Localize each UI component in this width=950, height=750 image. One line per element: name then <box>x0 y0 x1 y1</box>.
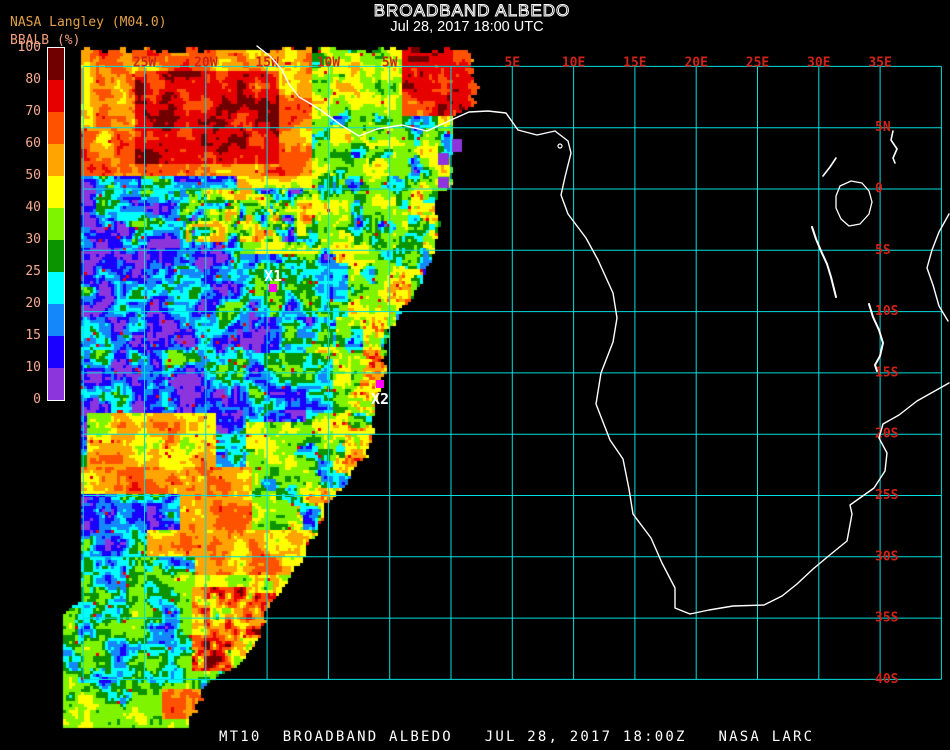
colorbar-tick: 100 <box>17 40 41 55</box>
colorbar <box>47 47 65 401</box>
site-marker-label-x2: X2 <box>371 390 389 408</box>
colorbar-tick: 25 <box>25 264 41 279</box>
lake-turkana-outline <box>890 130 898 164</box>
longitude-label: 35E <box>868 56 891 71</box>
longitude-label: 20E <box>684 56 707 71</box>
bioko-island-outline <box>557 143 563 149</box>
longitude-label: 5W <box>382 56 398 71</box>
latitude-label: 30S <box>875 549 899 564</box>
longitude-label: 30E <box>807 56 830 71</box>
colorbar-tick: 50 <box>25 168 41 183</box>
albedo-viewer: 25W 20W 15W 10W 5W 5E 10E 15E 20E 25E 30E 35E 5N 0 5S 1… <box>0 0 950 750</box>
coastline-east-africa <box>926 213 950 322</box>
longitude-label: 25W <box>133 56 157 71</box>
latitude-label: 5S <box>875 243 891 258</box>
colorbar-segment <box>48 304 64 336</box>
longitude-label: 5E <box>504 56 520 71</box>
latitude-label: 10S <box>875 304 899 319</box>
site-marker-label-x1: X1 <box>264 267 282 285</box>
colorbar-tick: 10 <box>25 360 41 375</box>
colorbar-segment <box>48 336 64 368</box>
colorbar-segment <box>48 240 64 272</box>
status-bar: MT10 BROADBAND ALBEDO JUL 28, 2017 18:00… <box>219 729 815 745</box>
colorbar-segment <box>48 272 64 304</box>
coastline-west-africa <box>256 45 950 615</box>
colorbar-segment <box>48 176 64 208</box>
colorbar-segment <box>48 144 64 176</box>
longitude-label: 25E <box>746 56 769 71</box>
longitude-label: 10E <box>562 56 585 71</box>
site-marker-x1 <box>269 284 277 292</box>
latitude-label: 5N <box>875 120 891 135</box>
lake-tanganyika-outline <box>811 226 837 298</box>
colorbar-tick: 80 <box>25 72 41 87</box>
longitude-label: 20W <box>194 56 218 71</box>
colorbar-tick: 15 <box>25 328 41 343</box>
latitude-label: 35S <box>875 611 899 626</box>
agency-label: NASA Langley (M04.0) <box>10 15 167 30</box>
colorbar-segment <box>48 80 64 112</box>
latitude-label: 0 <box>875 182 883 197</box>
lake-victoria-outline <box>835 180 873 227</box>
colorbar-segment <box>48 368 64 400</box>
colorbar-tick: 20 <box>25 296 41 311</box>
latitude-label: 15S <box>875 365 899 380</box>
longitude-label: 15E <box>623 56 646 71</box>
colorbar-tick: 0 <box>33 392 41 407</box>
colorbar-segment <box>48 48 64 80</box>
lake-albert-outline <box>822 157 837 177</box>
colorbar-segment <box>48 208 64 240</box>
colorbar-segment <box>48 112 64 144</box>
colorbar-tick: 40 <box>25 200 41 215</box>
latitude-label: 25S <box>875 488 899 503</box>
latitude-label: 20S <box>875 427 899 442</box>
page-subtitle: Jul 28, 2017 18:00 UTC <box>390 19 544 35</box>
map-overlay: 25W 20W 15W 10W 5W 5E 10E 15E 20E 25E 30E 35E5N05S1… <box>82 45 950 687</box>
site-marker-x2 <box>376 380 384 388</box>
longitude-label: 10W <box>317 56 341 71</box>
page-title: BROADBAND ALBEDO <box>373 1 571 21</box>
latitude-label: 40S <box>875 672 899 687</box>
colorbar-tick: 30 <box>25 232 41 247</box>
colorbar-tick: 60 <box>25 136 41 151</box>
colorbar-tick: 70 <box>25 104 41 119</box>
